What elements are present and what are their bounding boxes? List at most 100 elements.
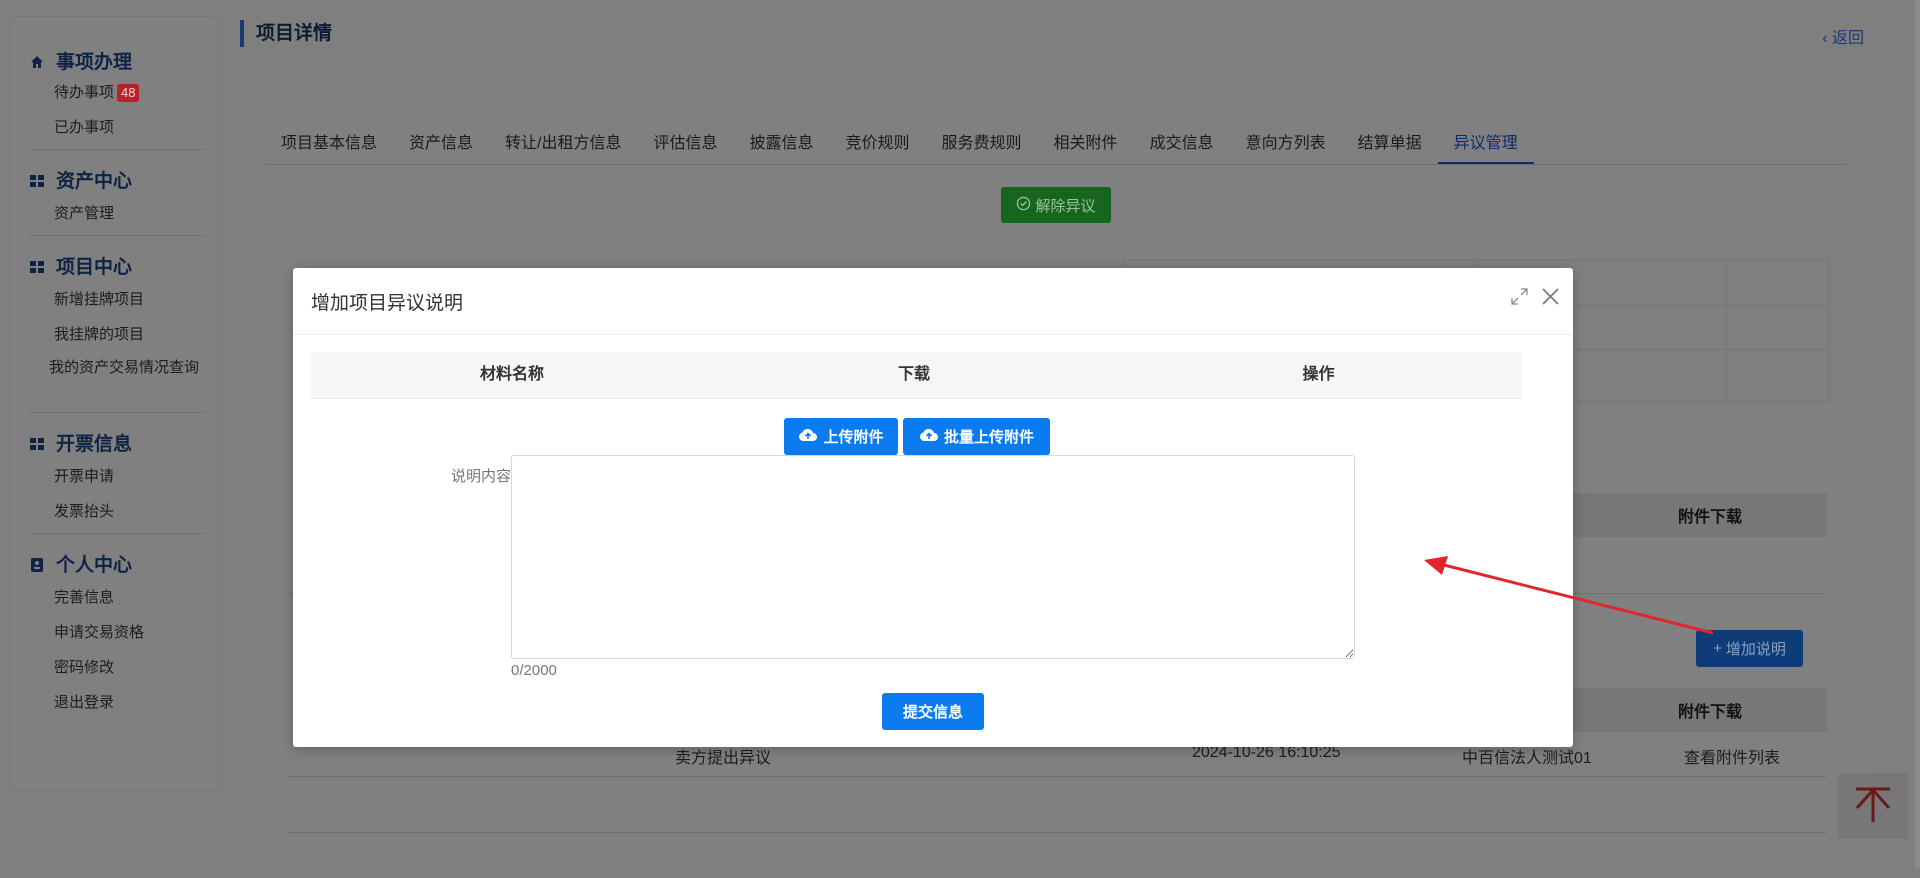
pending-count-badge: 48 [117, 84, 140, 102]
tab-transferor-info[interactable]: 转让/出租方信息 [489, 128, 637, 164]
attachment-column-header: 附件下载 [1573, 688, 1827, 732]
sidebar-item-label: 完善信息 [54, 589, 115, 606]
sidebar-item-label: 已办事项 [54, 119, 115, 136]
home-icon [30, 53, 44, 68]
sidebar-group-personal: 个人中心 完善信息 申请交易资格 密码修改 退出登录 [10, 546, 218, 720]
close-icon[interactable] [1542, 288, 1559, 311]
tab-objection[interactable]: 异议管理 [1437, 128, 1534, 164]
column-header-material-name: 材料名称 [479, 366, 544, 383]
arrow-up-icon [1853, 784, 1893, 829]
divider [287, 832, 1827, 833]
modal-tools [1511, 288, 1559, 311]
sidebar-item-my-listings[interactable]: 我挂牌的项目 [30, 317, 204, 352]
tab-fee-rules[interactable]: 服务费规则 [926, 128, 1038, 164]
sidebar-item-logout[interactable]: 退出登录 [30, 685, 204, 720]
batch-upload-label: 批量上传附件 [943, 429, 1034, 446]
add-objection-note-modal: 增加项目异议说明 材料名称 下载 操作 上传附件 批量上传附件 说明内容 0/2… [293, 268, 1573, 747]
sidebar-item-invoice-apply[interactable]: 开票申请 [30, 459, 204, 494]
back-link[interactable]: ‹ 返回 [1822, 24, 1864, 48]
grid-icon [30, 172, 44, 187]
sidebar-heading-label: 项目中心 [56, 256, 133, 278]
sidebar: 事项办理 待办事项 48 已办事项 资产中心 资产管理 项目中心 新增挂牌项目 我… [10, 17, 218, 790]
submit-button[interactable]: 提交信息 [882, 693, 984, 730]
sidebar-item-label: 我的资产交易情况查询 [49, 359, 200, 376]
back-to-top-button[interactable] [1838, 773, 1908, 839]
sidebar-item-new-listing[interactable]: 新增挂牌项目 [30, 282, 204, 317]
attachment-column-header: 附件下载 [1573, 493, 1827, 537]
sidebar-item-label: 发票抬头 [54, 503, 115, 520]
tab-asset-info[interactable]: 资产信息 [393, 128, 489, 164]
sidebar-group-tasks: 事项办理 待办事项 48 已办事项 [10, 43, 218, 145]
sidebar-item-qualification[interactable]: 申请交易资格 [30, 615, 204, 650]
sidebar-item-invoice-title[interactable]: 发票抬头 [30, 494, 204, 529]
description-label: 说明内容 [450, 468, 511, 485]
sidebar-item-label: 密码修改 [54, 659, 115, 676]
cloud-upload-icon [798, 427, 818, 447]
sidebar-item-done[interactable]: 已办事项 [30, 110, 204, 145]
table-divider [1726, 261, 1727, 401]
cloud-upload-icon [919, 427, 939, 447]
tab-settlement[interactable]: 结算单据 [1342, 128, 1438, 164]
tab-deal-info[interactable]: 成交信息 [1134, 128, 1230, 164]
sidebar-heading-projects[interactable]: 项目中心 [30, 248, 204, 282]
sidebar-group-invoices: 开票信息 开票申请 发票抬头 [10, 425, 218, 529]
sidebar-heading-label: 开票信息 [56, 433, 133, 455]
back-label: 返回 [1831, 30, 1864, 47]
column-header-download: 下载 [897, 366, 930, 383]
sidebar-heading-invoices[interactable]: 开票信息 [30, 425, 204, 459]
sidebar-divider [30, 533, 205, 534]
sidebar-group-projects: 项目中心 新增挂牌项目 我挂牌的项目 我的资产交易情况查询 [10, 248, 218, 408]
sidebar-item-my-transactions[interactable]: 我的资产交易情况查询 [30, 352, 204, 408]
sidebar-group-assets: 资产中心 资产管理 [10, 162, 218, 231]
tab-basic-info[interactable]: 项目基本信息 [265, 128, 393, 164]
chevron-left-icon: ‹ [1822, 30, 1832, 47]
add-note-button[interactable]: + 增加说明 [1696, 630, 1803, 667]
sidebar-heading-label: 个人中心 [56, 554, 133, 576]
add-note-label: 增加说明 [1725, 641, 1786, 658]
id-card-icon [30, 556, 44, 572]
grid-icon [30, 258, 44, 273]
sidebar-heading-assets[interactable]: 资产中心 [30, 162, 204, 196]
sidebar-item-password[interactable]: 密码修改 [30, 650, 204, 685]
divider [287, 776, 1827, 777]
sidebar-item-label: 开票申请 [54, 468, 115, 485]
attachment-header-label: 附件下载 [1677, 509, 1742, 526]
sidebar-item-label: 待办事项 [54, 84, 115, 101]
sidebar-heading-tasks[interactable]: 事项办理 [30, 43, 204, 77]
page-scrollbar[interactable] [1915, 0, 1920, 869]
tab-bidders[interactable]: 意向方列表 [1230, 128, 1342, 164]
view-attachments-link[interactable]: 查看附件列表 [1684, 744, 1780, 768]
objection-type-cell: 卖方提出异议 [675, 750, 772, 767]
sidebar-item-label: 申请交易资格 [54, 624, 145, 641]
sidebar-item-asset-management[interactable]: 资产管理 [30, 196, 204, 231]
sidebar-heading-personal[interactable]: 个人中心 [30, 546, 204, 580]
sidebar-item-pending[interactable]: 待办事项 48 [30, 75, 204, 110]
maximize-icon[interactable] [1511, 288, 1528, 311]
upload-label: 上传附件 [823, 429, 884, 446]
column-header-actions: 操作 [1302, 366, 1335, 383]
modal-header: 增加项目异议说明 [293, 268, 1573, 335]
materials-table-header: 材料名称 下载 操作 [311, 352, 1522, 399]
tab-bidding-rules[interactable]: 竞价规则 [830, 128, 926, 164]
tab-attachments[interactable]: 相关附件 [1038, 128, 1134, 164]
tab-disclosure-info[interactable]: 披露信息 [734, 128, 830, 164]
release-label: 解除异议 [1035, 197, 1096, 215]
sidebar-heading-label: 事项办理 [56, 51, 133, 73]
tab-evaluation-info[interactable]: 评估信息 [637, 128, 733, 164]
objection-submitter-cell: 中百信法人测试01 [1462, 750, 1592, 767]
description-textarea[interactable] [511, 455, 1355, 659]
tab-bar: 项目基本信息 资产信息 转让/出租方信息 评估信息 披露信息 竞价规则 服务费规… [265, 128, 1847, 165]
sidebar-divider [30, 235, 205, 236]
character-counter: 0/2000 [511, 662, 557, 679]
sidebar-item-label: 资产管理 [54, 205, 115, 222]
upload-attachment-button[interactable]: 上传附件 [784, 418, 898, 455]
sidebar-heading-label: 资产中心 [56, 170, 133, 192]
sidebar-item-label: 退出登录 [54, 694, 115, 711]
sidebar-item-profile[interactable]: 完善信息 [30, 580, 204, 615]
plus-icon: + [1713, 640, 1722, 657]
batch-upload-button[interactable]: 批量上传附件 [903, 418, 1050, 455]
sidebar-item-label: 我挂牌的项目 [54, 326, 145, 343]
grid-icon [30, 435, 44, 450]
release-objection-button[interactable]: 解除异议 [1001, 187, 1111, 223]
sidebar-item-label: 新增挂牌项目 [54, 291, 145, 308]
